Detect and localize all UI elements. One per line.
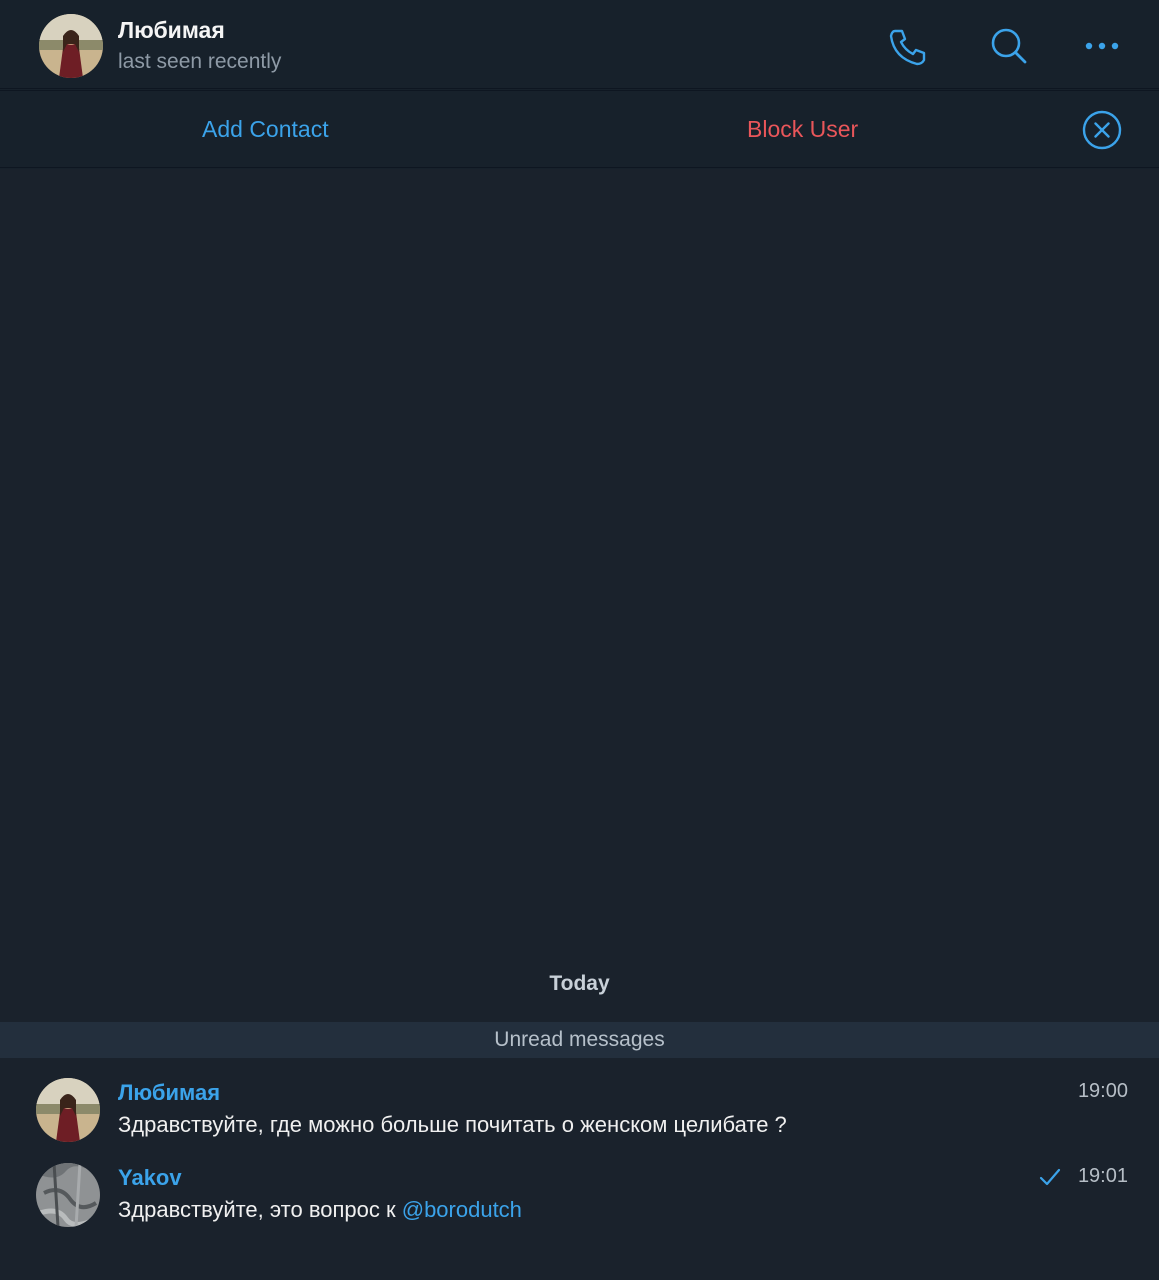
message-text: Здравствуйте, это вопрос к @borodutch (118, 1197, 522, 1223)
chat-header: Любимая last seen recently (0, 0, 1159, 89)
message-author[interactable]: Любимая (118, 1080, 220, 1106)
add-contact-button[interactable]: Add Contact (202, 116, 329, 143)
check-icon (1038, 1165, 1062, 1189)
message-row[interactable]: Любимая Здравствуйте, где можно больше п… (0, 1078, 1159, 1158)
message-text: Здравствуйте, где можно больше почитать … (118, 1112, 787, 1137)
search-icon[interactable] (986, 24, 1030, 68)
sender-avatar[interactable] (36, 1163, 100, 1227)
message-row[interactable]: Yakov Здравствуйте, это вопрос к @borodu… (0, 1163, 1159, 1243)
sender-avatar[interactable] (36, 1078, 100, 1142)
message-text-prefix: Здравствуйте, это вопрос к (118, 1197, 402, 1222)
unread-messages-bar: Unread messages (0, 1022, 1159, 1058)
message-time: 19:00 (1077, 1080, 1128, 1102)
block-user-button[interactable]: Block User (747, 116, 858, 143)
message-time: 19:01 (1077, 1165, 1128, 1187)
more-icon[interactable] (1080, 24, 1124, 68)
message-author[interactable]: Yakov (118, 1165, 182, 1191)
date-separator: Today (549, 972, 610, 995)
contact-avatar[interactable] (39, 14, 103, 78)
close-circle-icon[interactable] (1080, 108, 1124, 152)
phone-icon[interactable] (886, 24, 930, 68)
chat-title[interactable]: Любимая (118, 17, 225, 44)
new-contact-action-bar: Add Contact Block User (0, 90, 1159, 168)
chat-status: last seen recently (118, 50, 282, 73)
mention-link[interactable]: @borodutch (402, 1197, 522, 1222)
